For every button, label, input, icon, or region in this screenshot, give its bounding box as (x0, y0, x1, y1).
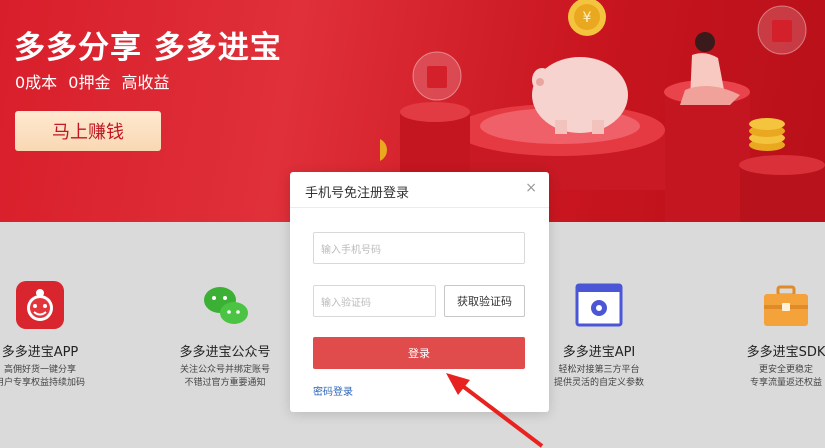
modal-header: 手机号免注册登录 × (290, 172, 549, 208)
app-icon (16, 281, 64, 329)
feature-sdk[interactable]: 多多进宝SDK 更安全更稳定 专享流量返还权益 (716, 222, 825, 390)
feature-api-desc2: 提供灵活的自定义参数 (553, 378, 644, 388)
feature-app-desc2: 用户专享权益持续加码 (0, 378, 85, 388)
hero-subtitle: 0成本 0押金 高收益 (15, 73, 170, 92)
feature-sdk-name: 多多进宝SDK (746, 345, 825, 360)
verification-code-input[interactable]: 输入验证码 (313, 285, 436, 317)
login-modal: 手机号免注册登录 × 输入手机号码 输入验证码 获取验证码 登录 密码登录 (290, 172, 549, 412)
feature-app-desc1: 高佣好货一键分享 (3, 365, 76, 375)
login-button[interactable]: 登录 (313, 337, 525, 369)
feature-wechat-desc2: 不错过官方重要通知 (184, 378, 266, 388)
password-login-link[interactable]: 密码登录 (313, 383, 353, 398)
phone-input[interactable]: 输入手机号码 (313, 232, 525, 264)
briefcase-icon (762, 281, 810, 329)
close-icon[interactable]: × (525, 180, 537, 196)
feature-app[interactable]: 多多进宝APP 高佣好货一键分享 用户专享权益持续加码 (0, 222, 110, 390)
feature-sdk-desc1: 更安全更稳定 (758, 365, 813, 375)
feature-wechat[interactable]: 多多进宝公众号 关注公众号并绑定账号 不错过官方重要通知 (155, 222, 295, 390)
modal-title: 手机号免注册登录 (305, 186, 410, 201)
get-code-button[interactable]: 获取验证码 (444, 285, 525, 317)
feature-wechat-desc1: 关注公众号并绑定账号 (179, 365, 270, 375)
feature-api-desc1: 轻松对接第三方平台 (558, 365, 640, 375)
feature-app-name: 多多进宝APP (1, 345, 79, 360)
feature-api[interactable]: 多多进宝API 轻松对接第三方平台 提供灵活的自定义参数 (529, 222, 669, 390)
feature-sdk-desc2: 专享流量返还权益 (749, 378, 822, 388)
feature-wechat-name: 多多进宝公众号 (179, 345, 271, 360)
hero-title: 多多分享 多多进宝 (14, 30, 282, 66)
make-money-button[interactable]: 马上赚钱 (15, 111, 161, 151)
wechat-icon (201, 281, 249, 329)
api-gear-icon (575, 281, 623, 329)
feature-api-name: 多多进宝API (562, 345, 636, 360)
svg-text:¥: ¥ (583, 10, 592, 26)
